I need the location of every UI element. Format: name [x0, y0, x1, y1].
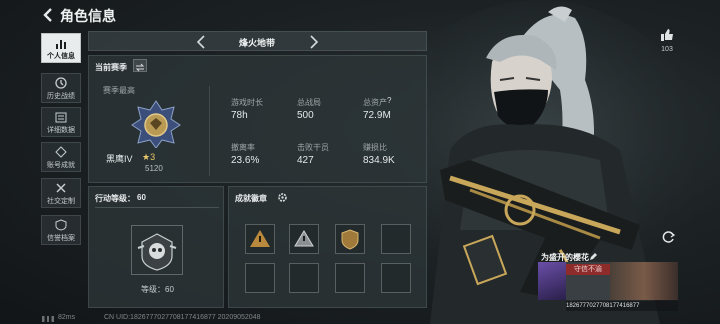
stat-value-kills: 427	[297, 155, 314, 166]
stat-label-profit-ratio: 赚损比	[363, 143, 387, 152]
stat-value-profit-ratio: 834.9K	[363, 155, 395, 166]
rotate-icon	[662, 231, 676, 243]
sidebar-item-label: 个人信息	[47, 53, 75, 60]
season-panel: 当前赛季 赛季最高 黑鹰IV ★3 5120 游戏时长 78h 总战局 500 …	[88, 55, 427, 183]
badge-slot[interactable]	[335, 263, 365, 293]
sidebar-item-personal-info[interactable]: 个人信息	[41, 33, 81, 63]
tools-icon	[56, 183, 66, 193]
sidebar-item-label: 社交定制	[47, 198, 75, 205]
signal-icon	[42, 316, 54, 322]
like-button[interactable]: 103	[655, 28, 679, 56]
bar-chart-icon	[56, 40, 66, 49]
sidebar-item-label: 账号成就	[47, 162, 75, 169]
stat-label-matches: 总战局	[297, 98, 321, 107]
level-text: 等级：60	[141, 285, 174, 294]
badge-slot[interactable]	[245, 224, 275, 254]
level-emblem-frame	[131, 225, 183, 275]
chevron-right-icon[interactable]	[309, 35, 319, 49]
stat-label-kills: 击败干员	[297, 143, 329, 152]
action-level-number: 60	[137, 193, 146, 202]
chevron-left-icon[interactable]	[196, 35, 206, 49]
rank-name: 黑鹰IV	[106, 154, 133, 164]
gear-icon[interactable]	[277, 192, 288, 203]
badges-title: 成就徽章	[235, 194, 267, 203]
avatar[interactable]	[538, 262, 566, 300]
skull-emblem-icon	[137, 233, 177, 271]
action-level-underline	[95, 207, 219, 208]
sidebar-item-label: 详细数据	[47, 127, 75, 134]
player-tag: 守信不渝	[566, 264, 610, 275]
warning-badge-icon	[294, 230, 314, 247]
stat-label-assets: 总资产	[363, 98, 387, 107]
season-divider	[209, 86, 210, 176]
stat-value-matches: 500	[297, 110, 314, 121]
season-label: 当前赛季	[95, 63, 127, 72]
page-title: 角色信息	[60, 8, 116, 24]
badge-slot[interactable]	[245, 263, 275, 293]
rotate-button[interactable]	[662, 230, 676, 244]
stat-value-extract-rate: 23.6%	[231, 155, 260, 166]
stat-value-playtime: 78h	[231, 110, 248, 121]
season-best-label: 赛季最高	[103, 86, 135, 95]
sidebar-item-social[interactable]: 社交定制	[41, 178, 81, 208]
sidebar-item-credit[interactable]: 信誉档案	[41, 215, 81, 245]
achievement-icon	[55, 146, 67, 158]
rank-points: 5120	[145, 164, 163, 173]
stat-label-extract-rate: 撤离率	[231, 143, 255, 152]
badge-slot[interactable]	[381, 263, 411, 293]
badges-panel: 成就徽章	[228, 186, 427, 308]
shield-badge-icon	[341, 229, 359, 250]
sidebar-item-achievements[interactable]: 账号成就	[41, 142, 81, 172]
player-card: 守信不渝 1826777027708177416877	[538, 262, 678, 300]
badge-slot[interactable]	[381, 224, 411, 254]
stat-label-playtime: 游戏时长	[231, 98, 263, 107]
rank-emblem-icon	[131, 100, 181, 148]
sidebar-item-detailed-data[interactable]: 详细数据	[41, 107, 81, 137]
edit-icon[interactable]	[589, 252, 598, 261]
player-uid-text: 1826777027708177416877	[566, 303, 640, 309]
like-count: 103	[661, 46, 673, 53]
back-button[interactable]	[40, 6, 56, 24]
badge-slot[interactable]	[289, 224, 319, 254]
rank-stars: ★3	[142, 152, 156, 162]
season-switch-button[interactable]	[133, 59, 147, 72]
thumbs-up-icon	[661, 29, 673, 41]
help-icon[interactable]: ?	[387, 96, 391, 105]
player-uid-strip: 1826777027708177416877	[566, 301, 678, 311]
map-name: 烽火地带	[239, 38, 276, 48]
sidebar-item-label: 信誉档案	[47, 235, 75, 242]
uid-footer: CN UID:1826777027708177416877 2020905204…	[104, 314, 261, 321]
map-selector: 烽火地带	[88, 31, 427, 51]
action-level-title: 行动等级：	[95, 194, 135, 203]
sidebar-item-history[interactable]: 历史战绩	[41, 73, 81, 103]
stat-value-assets: 72.9M	[363, 110, 391, 121]
badge-slot[interactable]	[289, 263, 319, 293]
data-list-icon	[55, 112, 67, 123]
swap-icon	[135, 63, 145, 72]
badge-slot[interactable]	[335, 224, 365, 254]
credit-icon	[55, 219, 67, 231]
ping-text: 82ms	[58, 314, 76, 321]
action-level-panel: 行动等级： 60 等级：60	[88, 186, 224, 308]
history-icon	[55, 77, 67, 89]
warning-badge-icon	[250, 230, 270, 247]
player-card-art	[610, 262, 678, 300]
chevron-left-icon	[43, 8, 52, 22]
sidebar-item-label: 历史战绩	[47, 93, 75, 100]
